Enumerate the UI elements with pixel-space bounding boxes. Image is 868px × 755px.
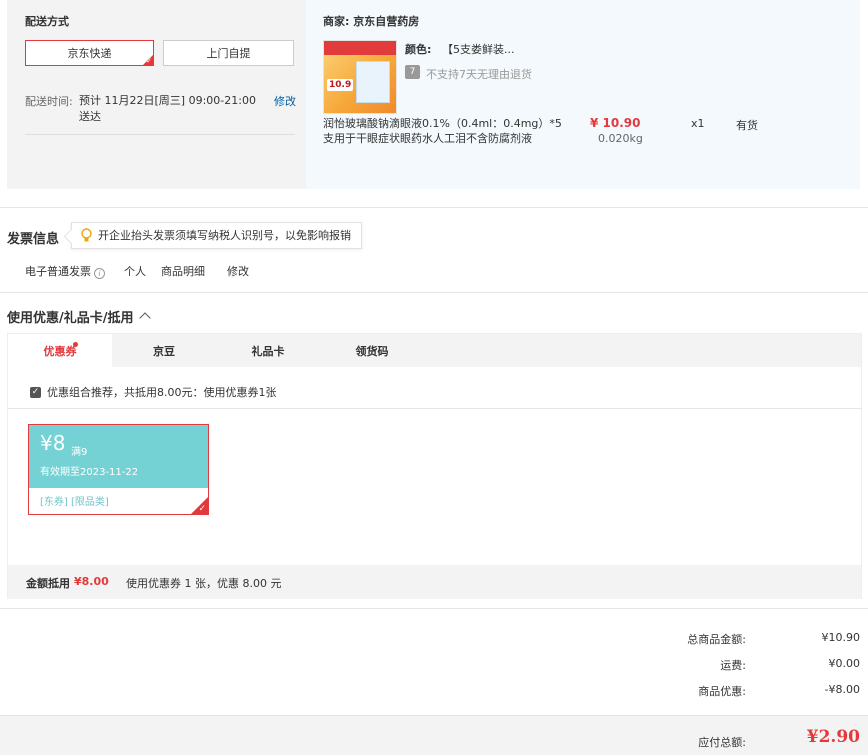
info-icon[interactable]: i — [94, 268, 105, 279]
order-item-panel: 商家: 京东自营药房 10.9 颜色: 【5支娄鲜装... 7 不支持7天无理由… — [306, 0, 860, 189]
coupon-tags: [东券] [限品类] — [40, 497, 109, 508]
delivery-section: 配送方式 京东快递 ✓ 上门自提 配送时间: 预计 11月22日[周三] 09:… — [7, 0, 860, 189]
jd-express-label: 京东快递 — [67, 47, 112, 60]
color-value: 【5支娄鲜装... — [442, 43, 515, 56]
coupon-card[interactable]: ¥8 满9 有效期至2023-11-22 [东券] [限品类] ✓ — [28, 424, 209, 515]
self-pickup-label: 上门自提 — [206, 47, 251, 60]
jd-express-option[interactable]: 京东快递 ✓ — [25, 40, 154, 66]
stock-status: 有货 — [736, 119, 758, 132]
shipping-fee-value: ¥0.00 — [828, 657, 861, 670]
tab-jd-beans-label: 京豆 — [153, 344, 175, 358]
goods-discount-value: -¥8.00 — [824, 683, 860, 696]
invoice-edit-link[interactable]: 修改 — [227, 263, 249, 279]
lightbulb-icon — [81, 228, 92, 242]
total-goods-label: 总商品金额: — [687, 633, 746, 646]
tab-jd-beans[interactable]: 京豆 — [112, 334, 216, 367]
delivery-method-panel: 配送方式 京东快递 ✓ 上门自提 配送时间: 预计 11月22日[周三] 09:… — [7, 0, 306, 189]
tab-gift-card[interactable]: 礼品卡 — [216, 334, 320, 367]
delivery-time-edit-link[interactable]: 修改 — [274, 93, 296, 109]
no-return-icon: 7 — [405, 65, 420, 79]
coupon-condition: 满9 — [71, 447, 88, 458]
delivery-time-value: 预计 11月22日[周三] 09:00-21:00 送达 — [79, 94, 256, 123]
product-thumbnail[interactable]: 10.9 — [323, 40, 397, 114]
divider — [0, 207, 868, 208]
divider — [25, 134, 295, 135]
chevron-up-icon — [138, 312, 151, 324]
invoice-type: 电子普通发票 i — [25, 263, 105, 279]
summary-label: 金额抵用 — [26, 577, 70, 590]
divider — [0, 608, 868, 609]
tab-coupons[interactable]: 优惠券 — [8, 334, 112, 367]
red-dot-indicator — [73, 342, 78, 347]
coupon-card-header: ¥8 满9 有效期至2023-11-22 — [29, 425, 208, 488]
self-pickup-option[interactable]: 上门自提 — [163, 40, 294, 66]
product-weight: 0.020kg — [598, 132, 643, 145]
summary-detail: 使用优惠券 1 张，优惠 8.00 元 — [126, 577, 282, 590]
invoice-tip: 开企业抬头发票须填写纳税人识别号，以免影响报销 — [71, 222, 362, 249]
tab-gift-card-label: 礼品卡 — [251, 344, 285, 358]
thumbnail-banner — [324, 41, 396, 55]
product-quantity: x1 — [691, 117, 705, 130]
combo-recommend-row[interactable]: ✓ 优惠组合推荐，共抵用8.00元：使用优惠券1张 — [30, 384, 277, 400]
combo-checkbox[interactable]: ✓ — [30, 386, 41, 398]
invoice-holder: 个人 — [124, 265, 146, 278]
tab-redeem-code-label: 领货码 — [355, 344, 389, 358]
return-policy-text: 不支持7天无理由退货 — [426, 68, 532, 81]
coupon-panel: 优惠券 京豆 礼品卡 领货码 ✓ 优惠组合推荐，共抵用8.00元：使用优惠券1张… — [7, 333, 862, 599]
coupon-section-title: 使用优惠/礼品卡/抵用 — [7, 311, 134, 326]
payable-total-bar: 应付总额: ¥2.90 — [0, 715, 868, 755]
combo-text: 优惠组合推荐，共抵用8.00元：使用优惠券1张 — [47, 386, 277, 399]
payable-label: 应付总额: — [698, 736, 746, 749]
invoice-tip-text: 开企业抬头发票须填写纳税人识别号，以免影响报销 — [98, 229, 351, 242]
total-goods-value: ¥10.90 — [821, 631, 861, 644]
product-price: ¥ 10.90 — [590, 116, 641, 130]
summary-amount: ¥8.00 — [74, 575, 109, 588]
coupon-amount: ¥8 — [40, 431, 66, 455]
selected-check-icon: ✓ — [146, 57, 152, 65]
coupon-tabs: 优惠券 京豆 礼品卡 领货码 — [8, 334, 861, 367]
color-label: 颜色: — [405, 43, 432, 56]
check-icon: ✓ — [198, 504, 206, 514]
coupon-validity: 有效期至2023-11-22 — [40, 467, 139, 478]
divider — [8, 408, 861, 409]
tab-redeem-code[interactable]: 领货码 — [320, 334, 424, 367]
goods-discount-label: 商品优惠: — [698, 685, 746, 698]
invoice-title: 发票信息 — [7, 232, 60, 247]
coupon-section-toggle[interactable]: 使用优惠/礼品卡/抵用 — [7, 307, 151, 326]
discount-summary: 金额抵用 ¥8.00 使用优惠券 1 张，优惠 8.00 元 — [8, 565, 861, 599]
delivery-time-label: 配送时间: — [25, 95, 73, 108]
invoice-type-text: 电子普通发票 — [25, 265, 91, 278]
thumbnail-package — [356, 61, 390, 103]
product-name-link[interactable]: 润怡玻璃酸钠滴眼液0.1%（0.4ml：0.4mg）*5支用于干眼症状眼药水人工… — [323, 116, 563, 146]
payable-amount: ¥2.90 — [806, 727, 860, 747]
invoice-content: 商品明细 — [161, 265, 205, 278]
thumbnail-price-badge: 10.9 — [327, 79, 354, 91]
merchant-name: 商家: 京东自营药房 — [323, 15, 420, 28]
delivery-title: 配送方式 — [25, 15, 69, 28]
divider — [0, 292, 868, 293]
tab-coupons-label: 优惠券 — [43, 344, 77, 358]
shipping-fee-label: 运费: — [720, 659, 746, 672]
